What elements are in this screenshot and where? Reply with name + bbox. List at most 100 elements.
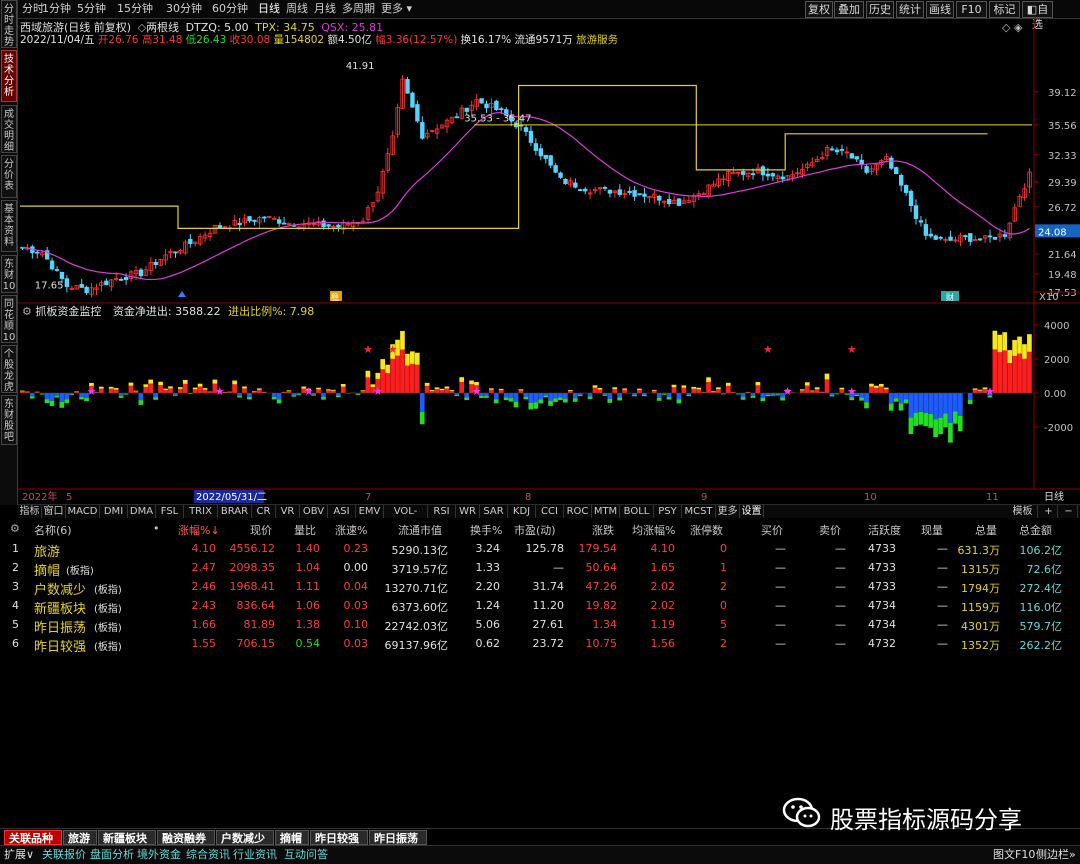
- left-tab-6[interactable]: 同花顺10: [1, 295, 17, 343]
- table-row[interactable]: 5 昨日振荡 (板指) 1.66 81.89 1.38 0.10 22742.03亿 5.06 2…: [0, 617, 1080, 636]
- date-axis-button[interactable]: 日线: [1044, 490, 1064, 503]
- toolbar-button-5[interactable]: F10: [956, 1, 987, 18]
- left-tab-8[interactable]: 东财股吧: [1, 395, 17, 445]
- bottom-link-1[interactable]: 关联报价: [42, 848, 86, 862]
- indicator-tab-3[interactable]: DMI: [100, 505, 128, 518]
- indicator-tab-20[interactable]: MTM: [592, 505, 620, 518]
- period-8[interactable]: 月线: [314, 2, 336, 16]
- left-tab-3[interactable]: 分价表: [1, 155, 17, 198]
- indicator-tab-17[interactable]: KDJ: [508, 505, 536, 518]
- period-3[interactable]: 15分钟: [117, 2, 153, 16]
- indicator-tab-11[interactable]: ASI: [328, 505, 356, 518]
- indicator-tab-18[interactable]: CCI: [536, 505, 564, 518]
- gear-icon[interactable]: ⚙: [22, 305, 32, 318]
- row-name[interactable]: 新疆板块: [34, 598, 86, 617]
- period-1[interactable]: 1分钟: [42, 2, 71, 16]
- period-2[interactable]: 5分钟: [77, 2, 106, 16]
- indicator-tab-21[interactable]: BOLL: [620, 505, 654, 518]
- period-4[interactable]: 30分钟: [166, 2, 202, 16]
- left-tab-2[interactable]: 成交明细: [1, 105, 17, 153]
- left-tab-1[interactable]: 技术分析: [1, 50, 17, 102]
- row-name[interactable]: 户数减少: [34, 579, 86, 598]
- bottom-tab-2[interactable]: 新疆板块: [98, 830, 156, 845]
- period-0[interactable]: 分时: [22, 2, 44, 16]
- table-header-10[interactable]: 均涨幅%: [632, 522, 675, 538]
- bottom-tab-4[interactable]: 户数减少: [216, 830, 274, 845]
- bottom-link-0[interactable]: 扩展∨: [4, 848, 34, 862]
- table-header-13[interactable]: 卖价: [819, 522, 841, 538]
- bottom-tab-7[interactable]: 昨日振荡: [369, 830, 427, 845]
- table-header-0[interactable]: 名称(6): [34, 522, 72, 538]
- toolbar-button-6[interactable]: 标记: [989, 1, 1020, 18]
- indicator-tab-22[interactable]: PSY: [654, 505, 682, 518]
- left-tab-7[interactable]: 个股龙虎: [1, 345, 17, 393]
- indicator-right-2[interactable]: −: [1060, 505, 1078, 518]
- table-header-11[interactable]: 涨停数: [690, 522, 723, 538]
- table-row[interactable]: 4 新疆板块 (板指) 2.43 836.64 1.06 0.03 6373.60亿 1.24 1…: [0, 598, 1080, 617]
- row-name[interactable]: 昨日较强: [34, 636, 86, 655]
- bottom-link-3[interactable]: 境外资金: [137, 848, 181, 862]
- indicator-tab-14[interactable]: RSI: [428, 505, 456, 518]
- indicator-tab-13[interactable]: VOL-TDX: [384, 505, 428, 530]
- bottom-tab-5[interactable]: 摘帽: [275, 830, 309, 845]
- table-row[interactable]: 6 昨日较强 (板指) 1.55 706.15 0.54 0.03 69137.96亿 0.62…: [0, 636, 1080, 655]
- bottom-tab-6[interactable]: 昨日较强: [310, 830, 368, 845]
- toolbar-button-1[interactable]: 叠加: [834, 1, 864, 18]
- left-tab-5[interactable]: 东财10: [1, 255, 17, 293]
- left-tab-0[interactable]: 分时走势: [1, 0, 17, 48]
- indicator-tab-8[interactable]: CR: [252, 505, 276, 518]
- table-header-9[interactable]: 涨跌: [592, 522, 614, 538]
- table-header-7[interactable]: 换手%: [470, 522, 502, 538]
- row-name[interactable]: 昨日振荡: [34, 617, 86, 636]
- period-6[interactable]: 日线: [258, 2, 280, 16]
- indicator-tab-9[interactable]: VR: [276, 505, 300, 518]
- table-header-5[interactable]: 涨速%: [335, 522, 367, 538]
- toolbar-button-3[interactable]: 统计: [896, 1, 924, 18]
- bottom-tab-0[interactable]: 关联品种: [4, 830, 62, 845]
- toolbar-button-4[interactable]: 画线: [926, 1, 954, 18]
- indicator-tab-19[interactable]: ROC: [564, 505, 592, 518]
- indicator-right-1[interactable]: +: [1040, 505, 1058, 518]
- indicator-tab-6[interactable]: TRIX: [184, 505, 218, 518]
- table-header-17[interactable]: 总金额: [1019, 522, 1052, 538]
- kline-chart[interactable]: 39.12 35.56 32.33 29.39 26.72 24.08 21.64 19.48…: [18, 19, 1080, 505]
- table-row[interactable]: 2 摘帽 (板指) 2.47 2098.35 1.04 0.00 3719.57亿 1.33 — 5…: [0, 560, 1080, 579]
- lower-indicator-title[interactable]: 抓板资金监控: [35, 305, 101, 318]
- indicator-tab-7[interactable]: BRAR: [218, 505, 252, 518]
- bottom-link-6[interactable]: 互动问答: [284, 848, 328, 862]
- f10-link[interactable]: 图文F10: [993, 848, 1035, 862]
- table-header-6[interactable]: 流通市值: [398, 522, 442, 538]
- bottom-link-2[interactable]: 盘面分析: [90, 848, 134, 862]
- indicator-tab-1[interactable]: 窗口: [42, 505, 66, 518]
- period-9[interactable]: 多周期: [342, 2, 375, 16]
- indicator-tab-15[interactable]: WR: [456, 505, 480, 518]
- indicator-tab-16[interactable]: SAR: [480, 505, 508, 518]
- indicator-tab-5[interactable]: FSL: [156, 505, 184, 518]
- table-header-8[interactable]: 市盈(动): [514, 522, 556, 538]
- bottom-link-4[interactable]: 综合资讯: [186, 848, 230, 862]
- toolbar-button-0[interactable]: 复权: [805, 1, 833, 18]
- table-header-16[interactable]: 总量: [975, 522, 997, 538]
- left-tab-4[interactable]: 基本资料: [1, 200, 17, 252]
- indicator-right-0[interactable]: 模板: [1008, 505, 1038, 518]
- table-header-3[interactable]: 现价: [250, 522, 272, 538]
- bottom-tab-1[interactable]: 旅游: [63, 830, 97, 845]
- period-10[interactable]: 更多 ▾: [381, 2, 412, 16]
- indicator-tab-0[interactable]: 指标: [18, 505, 42, 518]
- indicator-tab-12[interactable]: EMV: [356, 505, 384, 518]
- indicator-tab-4[interactable]: DMA: [128, 505, 156, 518]
- indicator-tab-24[interactable]: 更多: [716, 505, 740, 518]
- toolbar-button-2[interactable]: 历史: [866, 1, 894, 18]
- indicator-tab-25[interactable]: 设置: [740, 505, 764, 518]
- table-header-15[interactable]: 现量: [921, 522, 943, 538]
- toolbar-button-7[interactable]: ◧自选: [1022, 1, 1053, 31]
- table-header-1[interactable]: •: [153, 522, 160, 535]
- table-header-14[interactable]: 活跃度: [868, 522, 901, 538]
- row-name[interactable]: 摘帽: [34, 560, 60, 579]
- sidebar-toggle[interactable]: 侧边栏»: [1036, 848, 1076, 862]
- indicator-tab-10[interactable]: OBV: [300, 505, 328, 518]
- table-header-2[interactable]: 涨幅%↓: [178, 522, 220, 538]
- bottom-link-5[interactable]: 行业资讯: [233, 848, 277, 862]
- table-row[interactable]: 3 户数减少 (板指) 2.46 1968.41 1.11 0.04 13270.71亿 2.2…: [0, 579, 1080, 598]
- table-row[interactable]: 1 旅游 4.10 4556.12 1.40 0.23 5290.13亿 3.24 125.78…: [0, 541, 1080, 560]
